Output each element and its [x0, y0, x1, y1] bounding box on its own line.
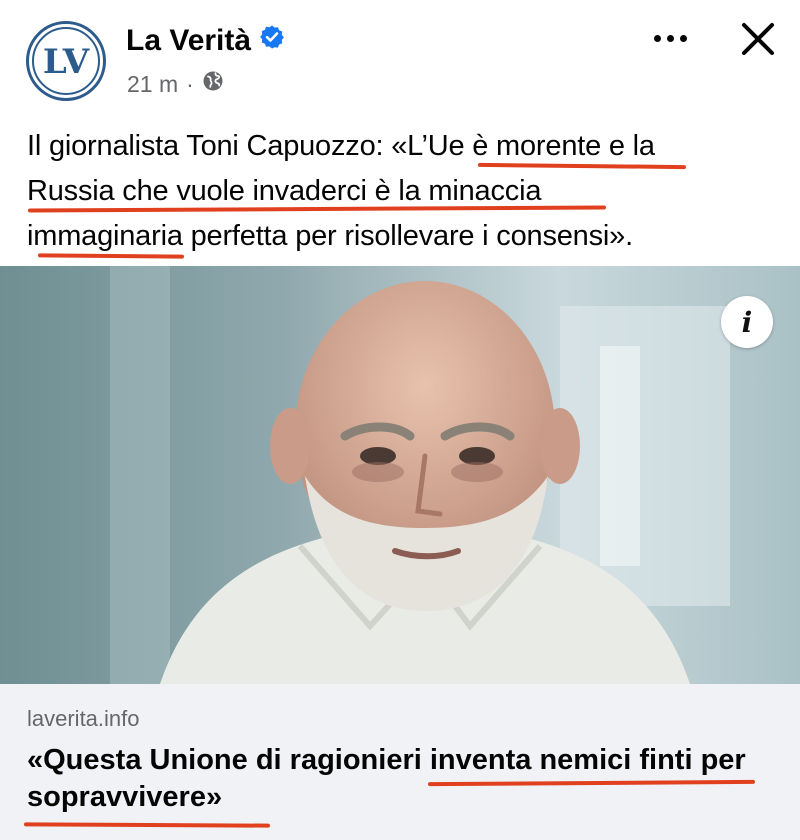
portrait-photo: [0, 266, 800, 684]
page-avatar[interactable]: LV: [26, 21, 106, 101]
svg-text:LV: LV: [43, 42, 90, 82]
link-title-line: «Questa Unione di ragionieri inventa nem…: [27, 744, 746, 776]
more-options-dot: [679, 34, 687, 42]
link-preview[interactable]: laverita.info «Questa Unione di ragionie…: [0, 684, 800, 840]
page-name-link[interactable]: La Verità: [126, 24, 285, 58]
info-button[interactable]: i: [721, 296, 773, 348]
link-title-line: sopravvivere»: [27, 781, 223, 813]
verified-badge-icon: [259, 24, 285, 58]
link-domain: laverita.info: [27, 706, 140, 731]
close-button[interactable]: [735, 16, 781, 62]
post-timestamp[interactable]: 21 m: [127, 71, 178, 98]
meta-separator: ·: [186, 70, 194, 97]
more-options-icon: [653, 34, 661, 42]
post-caption: Il giornalista Toni Capuozzo: «L’Ue è mo…: [27, 124, 777, 259]
caption-line: Il giornalista Toni Capuozzo: «L’Ue è mo…: [27, 130, 655, 162]
info-icon: i: [741, 305, 753, 339]
globe-icon: [202, 70, 224, 98]
caption-line: immaginaria perfetta per risollevare i c…: [27, 220, 633, 252]
post-photo[interactable]: [0, 266, 800, 684]
la-verita-logo: LV: [32, 27, 100, 95]
more-options-button[interactable]: [640, 26, 700, 50]
post-meta: 21 m ·: [127, 70, 224, 98]
more-options-dot: [666, 34, 674, 42]
close-icon: [742, 23, 774, 55]
link-title: «Questa Unione di ragionieri inventa nem…: [27, 742, 777, 816]
page-name: La Verità: [126, 24, 252, 57]
post-header: LV La Verità 21 m ·: [0, 0, 800, 115]
